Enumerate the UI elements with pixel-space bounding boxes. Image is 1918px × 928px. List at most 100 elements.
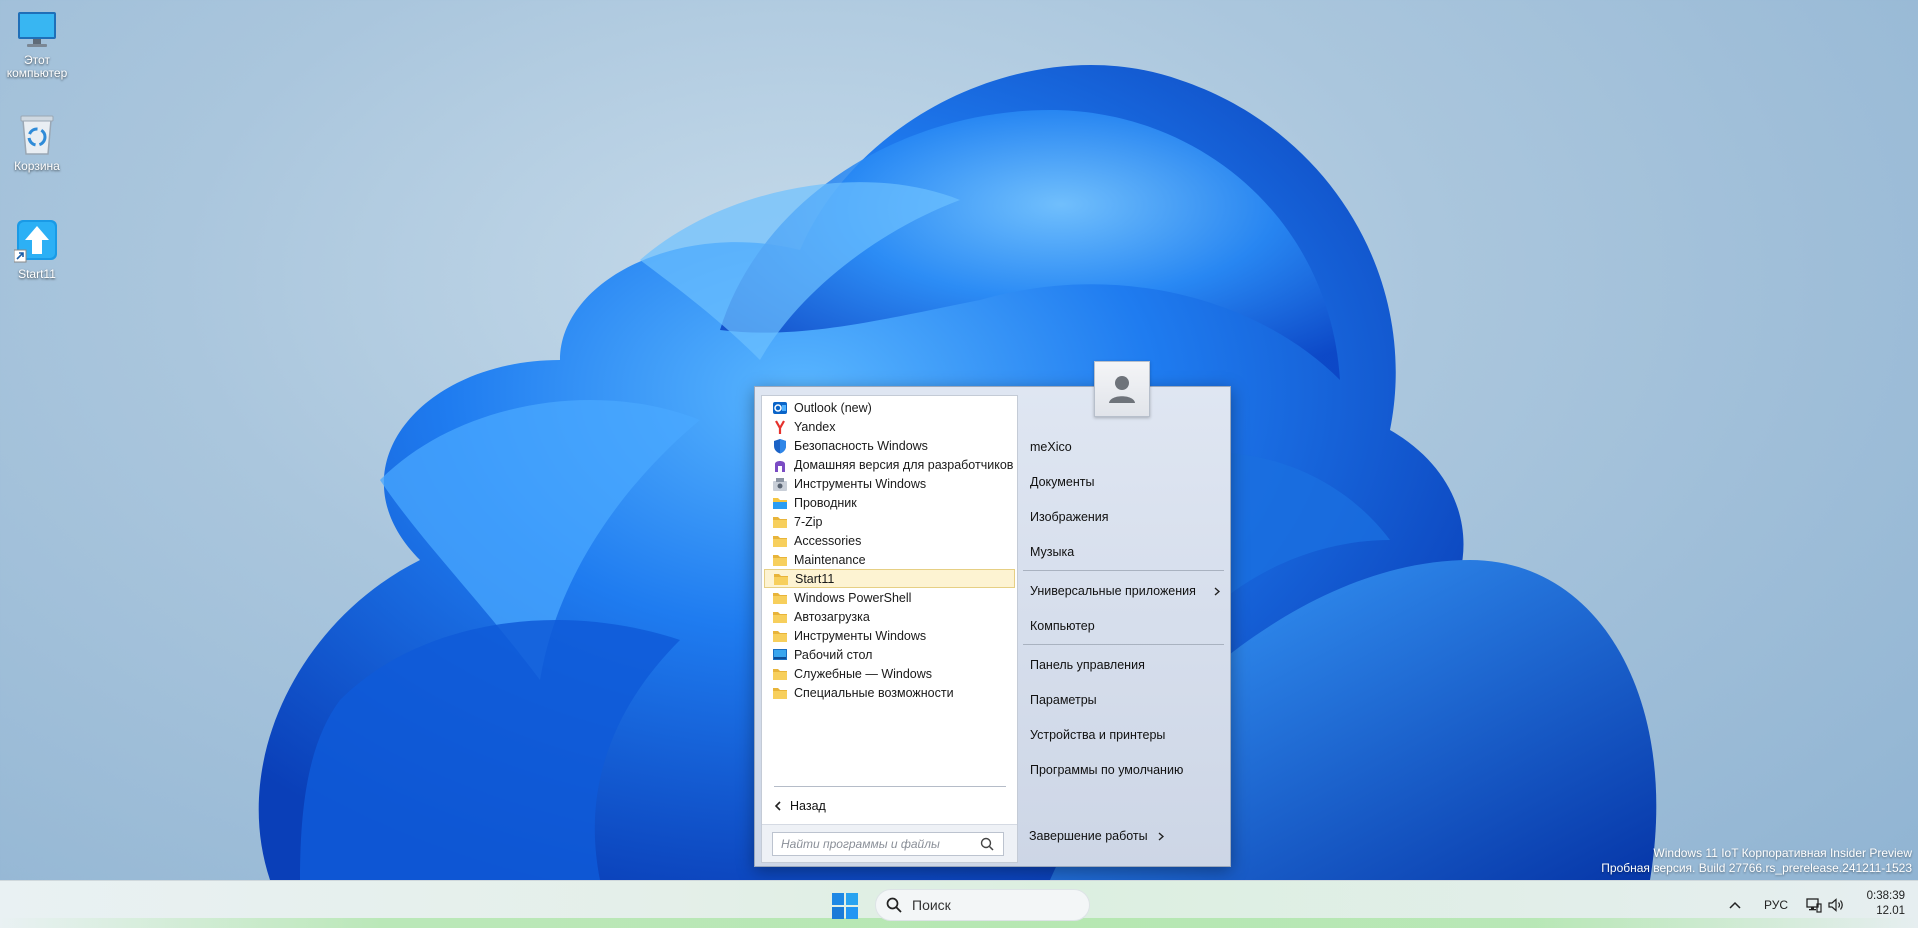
desktop-icon-recycle-bin[interactable]: Корзина <box>0 112 75 173</box>
show-hidden-icons-button[interactable] <box>1729 881 1741 928</box>
program-item[interactable]: Инструменты Windows <box>762 626 1017 645</box>
taskbar-search-label: Поиск <box>912 897 951 913</box>
program-item[interactable]: Windows PowerShell <box>762 588 1017 607</box>
desktop-icon-start11[interactable]: Start11 <box>0 218 75 281</box>
back-button[interactable]: Назад <box>774 796 826 816</box>
program-label: Инструменты Windows <box>794 628 927 643</box>
user-folder-link[interactable]: meXico <box>1030 440 1072 454</box>
volume-button[interactable] <box>1828 881 1846 928</box>
program-item[interactable]: Безопасность Windows <box>762 436 1017 455</box>
network-monitor-icon <box>1806 897 1822 913</box>
shield-icon <box>772 438 788 454</box>
folder-icon <box>772 514 788 530</box>
computer-link[interactable]: Компьютер <box>1030 619 1095 633</box>
search-icon <box>886 897 902 913</box>
program-item[interactable]: Yandex <box>762 417 1017 436</box>
program-label: Специальные возможности <box>794 685 954 700</box>
chevron-up-icon <box>1729 901 1741 909</box>
program-item[interactable]: Специальные возможности <box>762 683 1017 702</box>
program-search-input[interactable] <box>772 832 1004 856</box>
desktop-icon-label: Start11 <box>18 267 56 281</box>
devices-printers-link[interactable]: Устройства и принтеры <box>1030 728 1165 742</box>
folder-icon <box>772 552 788 568</box>
program-item[interactable]: Рабочий стол <box>762 645 1017 664</box>
program-label: Инструменты Windows <box>794 476 927 491</box>
recycle-bin-icon <box>20 115 54 155</box>
network-icon[interactable] <box>1806 881 1822 928</box>
control-panel-link[interactable]: Панель управления <box>1030 658 1145 672</box>
universal-apps-link[interactable]: Универсальные приложения <box>1030 584 1220 598</box>
folder-icon <box>773 571 789 587</box>
program-label: Рабочий стол <box>794 647 873 662</box>
folder-icon <box>772 685 788 701</box>
desktop-icon-label: Этот <box>24 53 50 67</box>
default-programs-link[interactable]: Программы по умолчанию <box>1030 763 1183 777</box>
program-item[interactable]: Автозагрузка <box>762 607 1017 626</box>
program-label: Домашняя версия для разработчиков <box>794 457 1014 472</box>
folder-icon <box>772 666 788 682</box>
folder-icon <box>772 533 788 549</box>
program-item[interactable]: Служебные — Windows <box>762 664 1017 683</box>
program-label: Windows PowerShell <box>794 590 912 605</box>
program-item[interactable]: Maintenance <box>762 550 1017 569</box>
settings-link[interactable]: Параметры <box>1030 693 1097 707</box>
explorer-icon <box>772 495 788 511</box>
monitor-icon <box>18 12 56 47</box>
shutdown-label: Завершение работы <box>1029 829 1148 843</box>
user-avatar[interactable] <box>1094 361 1150 417</box>
user-icon <box>1109 376 1135 403</box>
program-item[interactable]: Домашняя версия для разработчиков <box>762 455 1017 474</box>
program-label: 7-Zip <box>794 514 823 529</box>
folder-icon <box>772 628 788 644</box>
program-label: Служебные — Windows <box>794 666 933 681</box>
dev-home-icon <box>772 457 788 473</box>
clock-date: 12.01 <box>1876 905 1905 917</box>
chevron-right-icon <box>1214 587 1220 596</box>
start-menu: Outlook (new) Yandex Безопасность Windows Д… <box>754 361 1231 867</box>
folder-icon <box>772 609 788 625</box>
program-label: Yandex <box>794 419 836 434</box>
back-label: Назад <box>790 799 826 813</box>
program-label: Accessories <box>794 533 862 548</box>
pictures-link[interactable]: Изображения <box>1030 510 1109 524</box>
folder-icon <box>772 590 788 606</box>
divider <box>1023 570 1224 571</box>
language-indicator[interactable]: РУС <box>1764 881 1788 928</box>
watermark-build: Пробная версия. Build 27766.rs_prereleas… <box>1601 861 1912 875</box>
chevron-left-icon <box>774 801 781 811</box>
shutdown-button[interactable]: Завершение работы <box>1029 829 1164 843</box>
build-watermark: Windows 11 IoT Корпоративная Insider Pre… <box>1601 846 1912 876</box>
chevron-right-icon[interactable] <box>1158 831 1164 841</box>
desktop-icon-label: компьютер <box>6 66 68 80</box>
program-label: Start11 <box>795 571 835 586</box>
clock[interactable]: 0:38:39 12.01 <box>1857 889 1905 919</box>
search-area <box>762 824 1017 862</box>
program-label: Outlook (new) <box>794 400 872 415</box>
taskbar-search-box[interactable]: Поиск <box>875 889 1090 921</box>
program-item[interactable]: Start11 <box>764 569 1015 588</box>
universal-apps-label: Универсальные приложения <box>1030 584 1196 598</box>
program-item[interactable]: 7-Zip <box>762 512 1017 531</box>
taskbar: Поиск РУС 0:38:39 12.01 <box>0 880 1918 928</box>
speaker-icon <box>1828 898 1843 912</box>
program-item[interactable]: Accessories <box>762 531 1017 550</box>
program-item[interactable]: Инструменты Windows <box>762 474 1017 493</box>
desktop-icon-label: Корзина <box>14 159 60 173</box>
search-icon[interactable] <box>980 837 994 851</box>
desktop-icon-this-pc[interactable]: Этот компьютер <box>0 10 75 80</box>
music-link[interactable]: Музыка <box>1030 545 1074 559</box>
documents-link[interactable]: Документы <box>1030 475 1094 489</box>
program-label: Проводник <box>794 495 857 510</box>
windows-tools-icon <box>772 476 788 492</box>
program-label: Maintenance <box>794 552 866 567</box>
watermark-edition: Windows 11 IoT Корпоративная Insider Pre… <box>1653 846 1912 860</box>
divider <box>774 786 1006 787</box>
yandex-icon <box>772 419 788 435</box>
program-item[interactable]: Outlook (new) <box>762 398 1017 417</box>
desktop-icon <box>772 647 788 663</box>
programs-pane: Outlook (new) Yandex Безопасность Windows Д… <box>761 395 1018 863</box>
program-label: Автозагрузка <box>794 609 870 624</box>
windows-start-button[interactable] <box>832 893 858 919</box>
program-item[interactable]: Проводник <box>762 493 1017 512</box>
divider <box>1023 644 1224 645</box>
